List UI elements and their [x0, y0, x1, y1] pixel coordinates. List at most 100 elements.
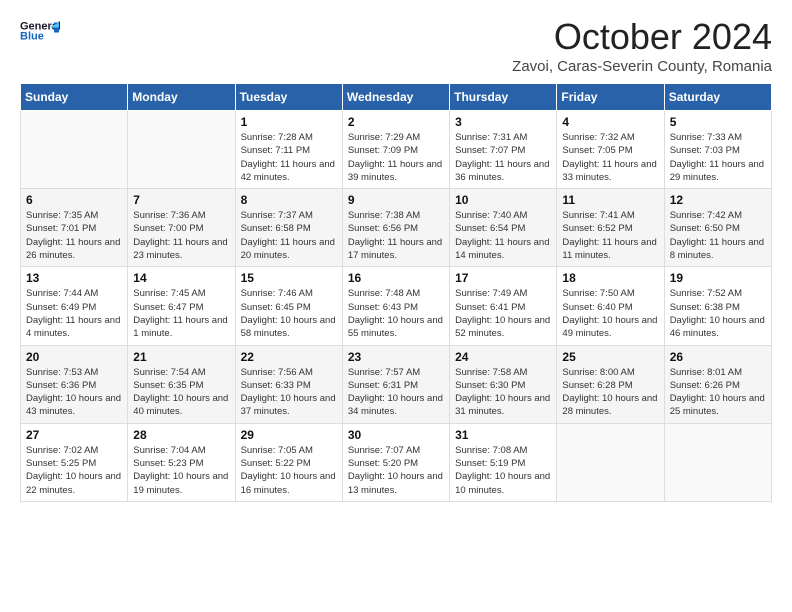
- day-info: Sunrise: 7:28 AMSunset: 7:11 PMDaylight:…: [241, 131, 337, 184]
- calendar-cell: 16 Sunrise: 7:48 AMSunset: 6:43 PMDayligh…: [342, 267, 449, 345]
- day-number: 24: [455, 350, 551, 364]
- calendar-cell: 27 Sunrise: 7:02 AMSunset: 5:25 PMDayligh…: [21, 423, 128, 501]
- page-header: General Blue October 2024 Zavoi, Caras-S…: [20, 16, 772, 75]
- day-info: Sunrise: 7:31 AMSunset: 7:07 PMDaylight:…: [455, 131, 551, 184]
- day-number: 12: [670, 193, 766, 207]
- day-number: 5: [670, 115, 766, 129]
- day-number: 20: [26, 350, 122, 364]
- day-number: 25: [562, 350, 658, 364]
- calendar-cell: 29Sunrise: 7:05 AMSunset: 5:22 PMDayligh…: [235, 423, 342, 501]
- day-info: Sunrise: 7:02 AMSunset: 5:25 PMDaylight:…: [26, 444, 122, 497]
- day-info: Sunrise: 7:45 AMSunset: 6:47 PMDaylight:…: [133, 287, 229, 340]
- day-info: Sunrise: 7:37 AMSunset: 6:58 PMDaylight:…: [241, 209, 337, 262]
- day-info: Sunrise: 7:04 AMSunset: 5:23 PMDaylight:…: [133, 444, 229, 497]
- day-number: 9: [348, 193, 444, 207]
- day-number: 13: [26, 271, 122, 285]
- day-number: 4: [562, 115, 658, 129]
- day-info: Sunrise: 7:44 AMSunset: 6:49 PMDaylight:…: [26, 287, 122, 340]
- calendar-cell: 22 Sunrise: 7:56 AMSunset: 6:33 PMDayligh…: [235, 345, 342, 423]
- calendar-cell: 5 Sunrise: 7:33 AMSunset: 7:03 PMDaylight…: [664, 111, 771, 189]
- calendar-cell: [128, 111, 235, 189]
- col-header-wednesday: Wednesday: [342, 84, 449, 111]
- calendar-cell: 8 Sunrise: 7:37 AMSunset: 6:58 PMDaylight…: [235, 189, 342, 267]
- day-info: Sunrise: 7:52 AMSunset: 6:38 PMDaylight:…: [670, 287, 766, 340]
- day-info: Sunrise: 7:36 AMSunset: 7:00 PMDaylight:…: [133, 209, 229, 262]
- calendar-cell: 7 Sunrise: 7:36 AMSunset: 7:00 PMDaylight…: [128, 189, 235, 267]
- day-number: 31: [455, 428, 551, 442]
- day-info: Sunrise: 7:08 AMSunset: 5:19 PMDaylight:…: [455, 444, 551, 497]
- day-number: 15: [241, 271, 337, 285]
- calendar-cell: 25 Sunrise: 8:00 AMSunset: 6:28 PMDayligh…: [557, 345, 664, 423]
- calendar-cell: [21, 111, 128, 189]
- day-number: 1: [241, 115, 337, 129]
- day-info: Sunrise: 7:57 AMSunset: 6:31 PMDaylight:…: [348, 366, 444, 419]
- calendar-cell: [557, 423, 664, 501]
- day-number: 10: [455, 193, 551, 207]
- day-info: Sunrise: 7:32 AMSunset: 7:05 PMDaylight:…: [562, 131, 658, 184]
- day-number: 30: [348, 428, 444, 442]
- day-number: 8: [241, 193, 337, 207]
- calendar-cell: 1 Sunrise: 7:28 AMSunset: 7:11 PMDaylight…: [235, 111, 342, 189]
- col-header-monday: Monday: [128, 84, 235, 111]
- day-info: Sunrise: 7:46 AMSunset: 6:45 PMDaylight:…: [241, 287, 337, 340]
- calendar-header-row: SundayMondayTuesdayWednesdayThursdayFrid…: [21, 84, 772, 111]
- day-info: Sunrise: 7:58 AMSunset: 6:30 PMDaylight:…: [455, 366, 551, 419]
- day-info: Sunrise: 8:00 AMSunset: 6:28 PMDaylight:…: [562, 366, 658, 419]
- day-number: 11: [562, 193, 658, 207]
- col-header-sunday: Sunday: [21, 84, 128, 111]
- calendar-cell: 20Sunrise: 7:53 AMSunset: 6:36 PMDayligh…: [21, 345, 128, 423]
- day-number: 16: [348, 271, 444, 285]
- calendar-cell: 31 Sunrise: 7:08 AMSunset: 5:19 PMDayligh…: [450, 423, 557, 501]
- calendar-cell: 3Sunrise: 7:31 AMSunset: 7:07 PMDaylight…: [450, 111, 557, 189]
- day-number: 7: [133, 193, 229, 207]
- calendar-cell: 6 Sunrise: 7:35 AMSunset: 7:01 PMDaylight…: [21, 189, 128, 267]
- day-info: Sunrise: 7:40 AMSunset: 6:54 PMDaylight:…: [455, 209, 551, 262]
- day-info: Sunrise: 7:41 AMSunset: 6:52 PMDaylight:…: [562, 209, 658, 262]
- calendar-table: SundayMondayTuesdayWednesdayThursdayFrid…: [20, 83, 772, 502]
- calendar-cell: [664, 423, 771, 501]
- calendar-cell: 11 Sunrise: 7:41 AMSunset: 6:52 PMDayligh…: [557, 189, 664, 267]
- svg-text:Blue: Blue: [20, 31, 44, 43]
- col-header-thursday: Thursday: [450, 84, 557, 111]
- calendar-cell: 30 Sunrise: 7:07 AMSunset: 5:20 PMDayligh…: [342, 423, 449, 501]
- col-header-tuesday: Tuesday: [235, 84, 342, 111]
- day-number: 14: [133, 271, 229, 285]
- day-info: Sunrise: 7:05 AMSunset: 5:22 PMDaylight:…: [241, 444, 337, 497]
- calendar-cell: 26Sunrise: 8:01 AMSunset: 6:26 PMDayligh…: [664, 345, 771, 423]
- day-number: 17: [455, 271, 551, 285]
- calendar-cell: 24 Sunrise: 7:58 AMSunset: 6:30 PMDayligh…: [450, 345, 557, 423]
- day-info: Sunrise: 7:35 AMSunset: 7:01 PMDaylight:…: [26, 209, 122, 262]
- day-info: Sunrise: 7:54 AMSunset: 6:35 PMDaylight:…: [133, 366, 229, 419]
- calendar-week-3: 13 Sunrise: 7:44 AMSunset: 6:49 PMDayligh…: [21, 267, 772, 345]
- day-info: Sunrise: 8:01 AMSunset: 6:26 PMDaylight:…: [670, 366, 766, 419]
- col-header-friday: Friday: [557, 84, 664, 111]
- calendar-cell: 12 Sunrise: 7:42 AMSunset: 6:50 PMDayligh…: [664, 189, 771, 267]
- day-info: Sunrise: 7:33 AMSunset: 7:03 PMDaylight:…: [670, 131, 766, 184]
- day-info: Sunrise: 7:42 AMSunset: 6:50 PMDaylight:…: [670, 209, 766, 262]
- calendar-cell: 14 Sunrise: 7:45 AMSunset: 6:47 PMDayligh…: [128, 267, 235, 345]
- day-info: Sunrise: 7:29 AMSunset: 7:09 PMDaylight:…: [348, 131, 444, 184]
- calendar-cell: 28 Sunrise: 7:04 AMSunset: 5:23 PMDayligh…: [128, 423, 235, 501]
- day-number: 6: [26, 193, 122, 207]
- location: Zavoi, Caras-Severin County, Romania: [512, 58, 772, 75]
- calendar-cell: 18 Sunrise: 7:50 AMSunset: 6:40 PMDayligh…: [557, 267, 664, 345]
- day-info: Sunrise: 7:56 AMSunset: 6:33 PMDaylight:…: [241, 366, 337, 419]
- calendar-cell: 19Sunrise: 7:52 AMSunset: 6:38 PMDayligh…: [664, 267, 771, 345]
- calendar-cell: 2 Sunrise: 7:29 AMSunset: 7:09 PMDaylight…: [342, 111, 449, 189]
- day-info: Sunrise: 7:48 AMSunset: 6:43 PMDaylight:…: [348, 287, 444, 340]
- day-number: 21: [133, 350, 229, 364]
- calendar-cell: 17Sunrise: 7:49 AMSunset: 6:41 PMDayligh…: [450, 267, 557, 345]
- day-info: Sunrise: 7:38 AMSunset: 6:56 PMDaylight:…: [348, 209, 444, 262]
- day-number: 18: [562, 271, 658, 285]
- day-info: Sunrise: 7:07 AMSunset: 5:20 PMDaylight:…: [348, 444, 444, 497]
- day-number: 28: [133, 428, 229, 442]
- calendar-week-4: 20Sunrise: 7:53 AMSunset: 6:36 PMDayligh…: [21, 345, 772, 423]
- calendar-week-2: 6 Sunrise: 7:35 AMSunset: 7:01 PMDaylight…: [21, 189, 772, 267]
- day-info: Sunrise: 7:50 AMSunset: 6:40 PMDaylight:…: [562, 287, 658, 340]
- calendar-week-5: 27 Sunrise: 7:02 AMSunset: 5:25 PMDayligh…: [21, 423, 772, 501]
- day-number: 23: [348, 350, 444, 364]
- day-number: 22: [241, 350, 337, 364]
- day-number: 2: [348, 115, 444, 129]
- calendar-cell: 15 Sunrise: 7:46 AMSunset: 6:45 PMDayligh…: [235, 267, 342, 345]
- day-number: 27: [26, 428, 122, 442]
